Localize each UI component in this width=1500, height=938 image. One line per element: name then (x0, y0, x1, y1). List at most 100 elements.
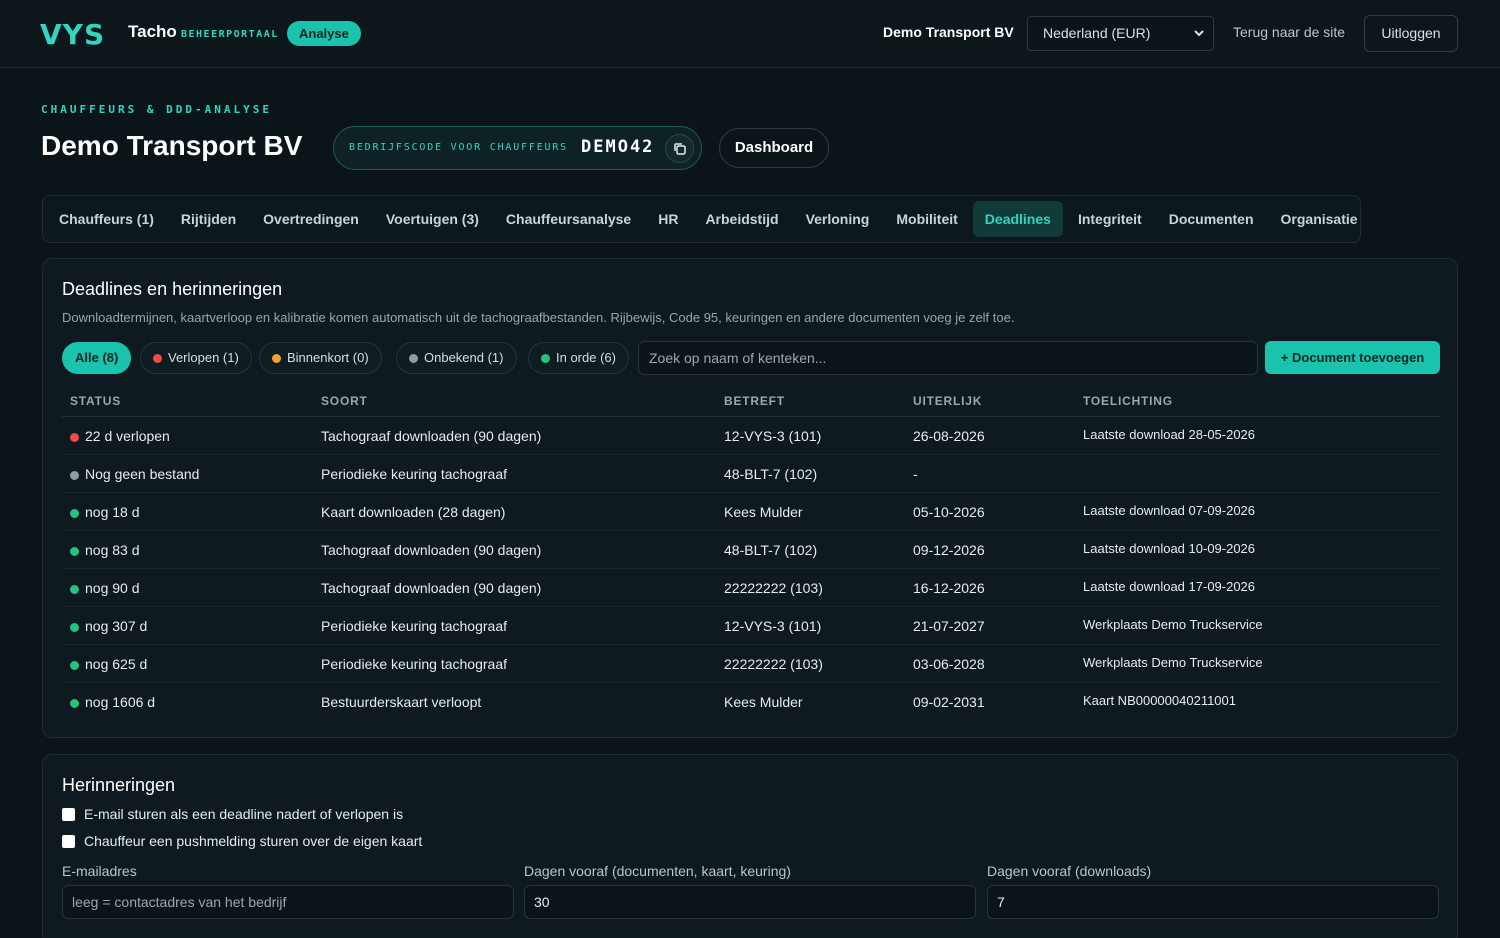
filter-ok[interactable]: In orde (6) (528, 342, 629, 374)
tab-chauffeurs[interactable]: Chauffeurs (1) (47, 201, 166, 237)
deadlines-title: Deadlines en herinneringen (62, 279, 283, 299)
brand-name: Tacho (128, 22, 177, 41)
push-reminder-checkbox[interactable] (62, 835, 75, 848)
note-cell: Werkplaats Demo Truckservice (1083, 617, 1263, 632)
company-code-box: BEDRIJFSCODE VOOR CHAUFFEURS DEMO42 (333, 126, 702, 170)
status-text: 22 d verlopen (85, 428, 170, 444)
analyse-badge: Analyse (287, 21, 361, 46)
push-reminder-label: Chauffeur een pushmelding sturen over de… (84, 833, 423, 849)
type-cell: Tachograaf downloaden (90 dagen) (321, 542, 542, 558)
due-cell: 09-12-2026 (913, 542, 985, 558)
search-input[interactable]: Zoek op naam of kenteken... (638, 341, 1258, 375)
note-cell: Laatste download 10-09-2026 (1083, 541, 1256, 556)
tab-arbeidstijd[interactable]: Arbeidstijd (693, 201, 790, 237)
table-row[interactable]: 22 d verlopen Tachograaf downloaden (90 … (62, 417, 1440, 455)
days-docs-label: Dagen vooraf (documenten, kaart, keuring… (524, 863, 791, 879)
type-cell: Periodieke keuring tachograaf (321, 656, 508, 672)
table-row[interactable]: nog 83 d Tachograaf downloaden (90 dagen… (62, 531, 1440, 569)
email-reminder-label: E-mail sturen als een deadline nadert of… (84, 806, 404, 822)
column-subject[interactable]: BETREFT (724, 394, 785, 408)
table-row[interactable]: nog 18 d Kaart downloaden (28 dagen) Kee… (62, 493, 1440, 531)
column-status[interactable]: STATUS (70, 394, 121, 408)
status-text: nog 307 d (85, 618, 148, 634)
email-field[interactable]: leeg = contactadres van het bedrijf (62, 885, 514, 919)
filter-unknown-label: Onbekend (1) (424, 350, 504, 365)
subject-cell: 12-VYS-3 (101) (724, 618, 822, 634)
country-select-value: Nederland (EUR) (1043, 25, 1151, 41)
tab-organisatie[interactable]: Organisatie (1269, 201, 1370, 237)
status-cell: nog 83 d (70, 542, 140, 558)
section-tabs: Chauffeurs (1) Rijtijden Overtredingen V… (42, 195, 1361, 243)
status-dot (70, 509, 79, 518)
table-row[interactable]: Nog geen bestand Periodieke keuring tach… (62, 455, 1440, 493)
copy-icon (674, 143, 686, 155)
subject-cell: 22222222 (103) (724, 580, 823, 596)
deadlines-table: STATUS SOORT BETREFT UITERLIJK TOELICHTI… (62, 386, 1440, 721)
note-cell: Laatste download 07-09-2026 (1083, 503, 1256, 518)
tab-documenten[interactable]: Documenten (1157, 201, 1266, 237)
status-dot (70, 585, 79, 594)
filter-unknown[interactable]: Onbekend (1) (396, 342, 517, 374)
type-cell: Tachograaf downloaden (90 dagen) (321, 428, 542, 444)
status-cell: nog 307 d (70, 618, 147, 634)
logout-button[interactable]: Uitloggen (1364, 15, 1458, 52)
status-dot-expired (153, 354, 162, 363)
tab-overtredingen[interactable]: Overtredingen (251, 201, 371, 237)
copy-code-button[interactable] (665, 134, 694, 163)
status-cell: nog 18 d (70, 504, 140, 520)
table-header: STATUS SOORT BETREFT UITERLIJK TOELICHTI… (62, 386, 1440, 417)
column-type[interactable]: SOORT (321, 394, 368, 408)
tab-chauffeursanalyse[interactable]: Chauffeursanalyse (494, 201, 643, 237)
note-cell: Kaart NB00000040211001 (1083, 693, 1236, 708)
column-due[interactable]: UITERLIJK (913, 394, 982, 408)
push-reminder-option[interactable]: Chauffeur een pushmelding sturen over de… (62, 833, 422, 849)
deadlines-description: Downloadtermijnen, kaartverloop en kalib… (62, 310, 1015, 325)
dashboard-button[interactable]: Dashboard (719, 128, 829, 168)
country-select[interactable]: Nederland (EUR) (1027, 16, 1214, 51)
status-cell: nog 90 d (70, 580, 140, 596)
status-cell: 22 d verlopen (70, 428, 170, 444)
filter-expired[interactable]: Verlopen (1) (140, 342, 252, 374)
email-reminder-checkbox[interactable] (62, 808, 75, 821)
days-downloads-input[interactable]: 7 (987, 885, 1439, 919)
reminders-card: Herinneringen E-mail sturen als een dead… (42, 754, 1458, 938)
due-cell: 05-10-2026 (913, 504, 985, 520)
tab-hr[interactable]: HR (646, 201, 690, 237)
status-dot (70, 699, 79, 708)
column-note[interactable]: TOELICHTING (1083, 394, 1173, 408)
logo[interactable]: VYS (40, 18, 105, 51)
filter-all[interactable]: Alle (8) (62, 342, 132, 374)
page-title: Demo Transport BV (41, 130, 303, 161)
days-docs-input[interactable]: 30 (524, 885, 976, 919)
status-dot (70, 623, 79, 632)
table-row[interactable]: nog 1606 d Bestuurderskaart verloopt Kee… (62, 683, 1440, 721)
status-dot-ok (541, 354, 550, 363)
tab-integriteit[interactable]: Integriteit (1066, 201, 1154, 237)
tab-verloning[interactable]: Verloning (794, 201, 882, 237)
status-dot (70, 433, 79, 442)
table-row[interactable]: nog 90 d Tachograaf downloaden (90 dagen… (62, 569, 1440, 607)
type-cell: Periodieke keuring tachograaf (321, 618, 508, 634)
tab-voertuigen[interactable]: Voertuigen (3) (374, 201, 491, 237)
status-text: nog 1606 d (85, 694, 156, 710)
email-reminder-option[interactable]: E-mail sturen als een deadline nadert of… (62, 806, 403, 822)
filter-soon[interactable]: Binnenkort (0) (259, 342, 382, 374)
add-document-button[interactable]: + Document toevoegen (1265, 341, 1440, 374)
table-row[interactable]: nog 625 d Periodieke keuring tachograaf … (62, 645, 1440, 683)
subject-cell: Kees Mulder (724, 694, 803, 710)
filter-soon-label: Binnenkort (0) (287, 350, 369, 365)
status-cell: nog 625 d (70, 656, 147, 672)
tab-rijtijden[interactable]: Rijtijden (169, 201, 248, 237)
due-cell: - (913, 466, 918, 482)
due-cell: 26-08-2026 (913, 428, 985, 444)
tab-mobiliteit[interactable]: Mobiliteit (884, 201, 969, 237)
table-row[interactable]: nog 307 d Periodieke keuring tachograaf … (62, 607, 1440, 645)
top-bar: VYS Tacho BEHEERPORTAAL Analyse Demo Tra… (0, 0, 1500, 68)
tab-deadlines[interactable]: Deadlines (972, 201, 1063, 237)
type-cell: Kaart downloaden (28 dagen) (321, 504, 506, 520)
back-to-site-link[interactable]: Terug naar de site (1233, 24, 1345, 40)
reminders-title: Herinneringen (62, 775, 176, 795)
subject-cell: 48-BLT-7 (102) (724, 542, 818, 558)
status-dot-soon (272, 354, 281, 363)
note-cell: Werkplaats Demo Truckservice (1083, 655, 1263, 670)
